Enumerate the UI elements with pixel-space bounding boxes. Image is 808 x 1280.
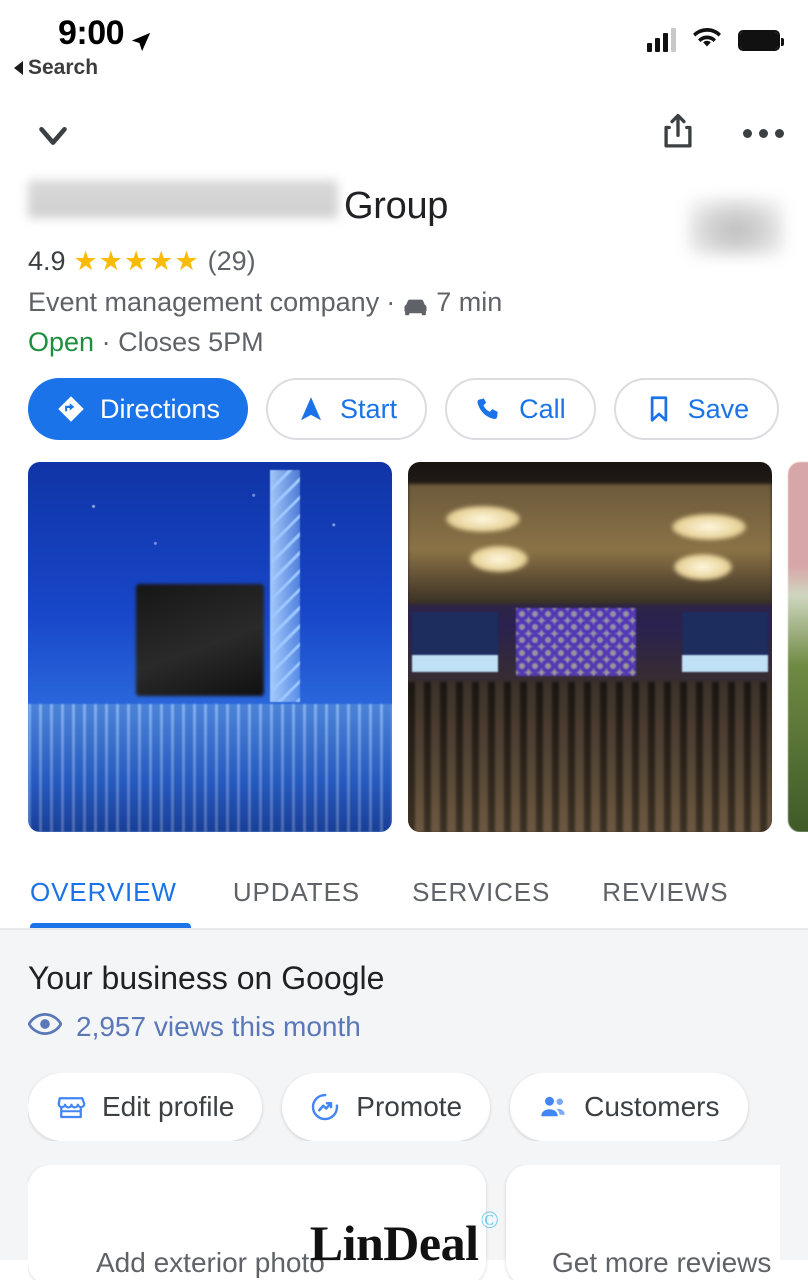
rating-row[interactable]: 4.9 ★★★★★ (29) [28, 246, 780, 277]
directions-icon [56, 394, 86, 424]
star-rating-icon: ★★★★★ [73, 246, 200, 276]
directions-label: Directions [100, 393, 221, 424]
bookmark-icon [644, 394, 674, 424]
mixing-console [28, 704, 392, 832]
share-icon[interactable] [657, 110, 699, 157]
top-nav-row [0, 96, 808, 180]
ceiling-lamp [672, 514, 746, 540]
phone-icon [475, 394, 505, 424]
tab-overview[interactable]: OVERVIEW [28, 877, 207, 928]
location-arrow-icon [130, 23, 152, 51]
tab-reviews[interactable]: REVIEWS [576, 877, 754, 928]
navigation-arrow-icon [296, 394, 326, 424]
business-name-visible: Group [344, 185, 449, 227]
google-maps-business-profile-screen: 9:00 Search Group 4.9 ★★★★★ (29) Event m… [0, 0, 808, 1280]
hours-row[interactable]: Open · Closes 5PM [28, 327, 780, 358]
start-label: Start [340, 393, 398, 424]
back-triangle-icon [14, 61, 23, 75]
status-bar-time: 9:00 [58, 14, 152, 53]
tab-updates-label: UPDATES [232, 877, 361, 907]
cellular-signal-icon [647, 28, 676, 52]
stage-truss [270, 470, 300, 702]
category-and-drive-row: Event management company · 7 min [28, 287, 780, 318]
gallery-photo-ballroom[interactable] [408, 462, 772, 832]
back-link-label: Search [28, 56, 99, 79]
left-projection-screen [412, 612, 498, 672]
watermark-text: LinDeal [309, 1215, 479, 1271]
overview-panel: Your business on Google 2,957 views this… [0, 930, 808, 1280]
call-label: Call [519, 393, 566, 424]
stage-screen [136, 584, 264, 696]
watermark-copyright-mark: © [480, 1208, 499, 1234]
card-add-exterior-photo-label: Add exterior photo [96, 1247, 325, 1278]
card-get-more-reviews[interactable]: Get more reviews [506, 1165, 780, 1280]
views-text: 2,957 views this month [76, 1011, 361, 1042]
business-name-redacted [28, 180, 338, 218]
ceiling-lamp [674, 554, 732, 580]
tab-services-label: SERVICES [412, 877, 551, 907]
business-logo-blurred [688, 198, 784, 256]
tab-reviews-label: REVIEWS [602, 877, 729, 907]
chevron-down-icon[interactable] [30, 112, 76, 158]
storefront-icon [56, 1092, 86, 1122]
chip-promote-label: Promote [356, 1091, 463, 1122]
chip-edit-profile[interactable]: Edit profile [28, 1073, 263, 1141]
views-stat-link[interactable]: 2,957 views this month [27, 1011, 780, 1043]
profile-tab-bar: OVERVIEW UPDATES SERVICES REVIEWS [0, 832, 808, 930]
back-to-search-link[interactable]: Search [14, 56, 98, 80]
lindeal-watermark: LinDeal © [309, 1208, 499, 1272]
right-projection-screen [682, 612, 768, 672]
ballroom-ceiling [408, 484, 772, 604]
business-header: Group 4.9 ★★★★★ (29) Event management co… [0, 180, 808, 358]
people-icon [538, 1092, 568, 1122]
tab-overview-label: OVERVIEW [30, 877, 177, 907]
business-name: Group [28, 180, 780, 234]
more-options-icon[interactable] [743, 129, 784, 138]
open-status: Open [28, 327, 95, 357]
promote-trending-icon [310, 1092, 340, 1122]
card-get-more-reviews-label: Get more reviews [552, 1247, 772, 1278]
status-bar-time-label: 9:00 [58, 14, 125, 52]
rating-value: 4.9 [28, 246, 66, 276]
battery-full-icon [738, 29, 784, 51]
status-bar: 9:00 Search [0, 0, 808, 96]
ceiling-lamp [470, 546, 528, 572]
save-button[interactable]: Save [613, 378, 780, 440]
start-button[interactable]: Start [266, 378, 428, 440]
gallery-photo-outdoor-partial[interactable] [788, 462, 808, 832]
chip-promote[interactable]: Promote [282, 1073, 491, 1141]
hours-separator: · [101, 327, 111, 357]
tab-updates[interactable]: UPDATES [207, 877, 386, 928]
seated-audience [408, 682, 772, 832]
meta-separator: · [386, 287, 396, 317]
gallery-photo-stage[interactable] [28, 462, 392, 832]
action-button-row: Directions Start Call Save [0, 358, 808, 440]
drive-time: 7 min [436, 287, 503, 317]
wifi-icon [692, 26, 722, 54]
status-bar-indicators [647, 26, 784, 54]
review-count: (29) [207, 246, 256, 276]
call-button[interactable]: Call [445, 378, 596, 440]
chip-edit-profile-label: Edit profile [102, 1091, 235, 1122]
photo-gallery [0, 440, 808, 832]
chip-customers-label: Customers [584, 1091, 720, 1122]
save-label: Save [687, 393, 750, 424]
eye-icon [27, 1011, 63, 1043]
business-category: Event management company [28, 287, 380, 317]
directions-button[interactable]: Directions [28, 378, 249, 440]
ballroom-stage [516, 608, 636, 676]
quick-action-chips: Edit profile Promote Customers [28, 1073, 780, 1141]
car-icon [402, 293, 429, 315]
chip-customers[interactable]: Customers [510, 1073, 748, 1141]
closing-time: Closes 5PM [118, 327, 264, 357]
tab-services[interactable]: SERVICES [386, 877, 576, 928]
section-title: Your business on Google [28, 960, 385, 996]
ceiling-lamp [446, 506, 520, 532]
